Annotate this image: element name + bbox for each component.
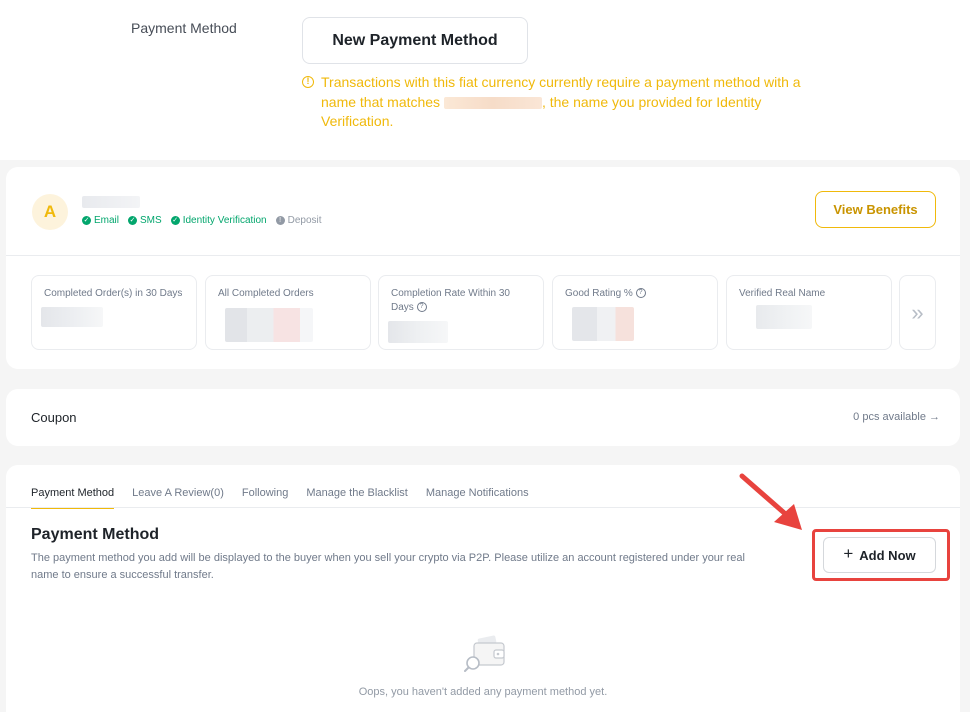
badge-deposit: ! Deposit [275, 215, 322, 226]
payment-methods-card: Payment Method Leave A Review(0) Followi… [6, 465, 960, 712]
coupon-available-link[interactable]: 0 pcs available → [853, 411, 940, 423]
new-payment-method-button[interactable]: New Payment Method [302, 17, 528, 64]
redacted-value [572, 307, 634, 341]
tab-bar: Payment Method Leave A Review(0) Followi… [31, 487, 529, 509]
stat-verified-real-name: Verified Real Name [726, 275, 892, 350]
plus-icon: + [843, 544, 854, 563]
tab-leave-a-review[interactable]: Leave A Review(0) [132, 487, 224, 509]
divider [6, 507, 960, 508]
stat-label: Completed Order(s) in 30 Days [44, 288, 183, 299]
verification-badges: ✓ Email ✓ SMS ✓ Identity Verification ! Depo… [82, 215, 322, 226]
view-benefits-button[interactable]: View Benefits [815, 191, 936, 228]
section-title: Payment Method [31, 526, 160, 543]
stat-good-rating: Good Rating % ? [552, 275, 718, 350]
badge-identity-verification: ✓ Identity Verification [170, 215, 267, 226]
coupon-card[interactable]: Coupon 0 pcs available → [6, 389, 960, 446]
stat-completed-30-days: Completed Order(s) in 30 Days [31, 275, 197, 350]
empty-state-text: Oops, you haven't added any payment meth… [358, 686, 608, 698]
annotation-arrow-icon [739, 473, 802, 530]
tab-payment-method[interactable]: Payment Method [31, 487, 115, 509]
payment-method-label: Payment Method [131, 20, 237, 36]
tab-manage-notifications[interactable]: Manage Notifications [426, 487, 529, 509]
tab-following[interactable]: Following [242, 487, 288, 509]
badge-sms: ✓ SMS [128, 215, 162, 226]
profile-card: A ✓ Email ✓ SMS ✓ Identity Verification ! De… [6, 167, 960, 369]
add-now-button[interactable]: + Add Now [823, 537, 936, 573]
check-circle-icon: ✓ [128, 216, 138, 225]
divider [6, 255, 960, 256]
stat-label: Completion Rate Within 30 Days [391, 288, 510, 313]
avatar: A [32, 194, 68, 230]
help-icon[interactable]: ? [635, 288, 646, 299]
redacted-value [225, 308, 313, 342]
redacted-username [82, 196, 140, 208]
add-now-label: Add Now [859, 547, 916, 563]
tab-manage-blacklist[interactable]: Manage the Blacklist [306, 487, 408, 509]
stat-completion-rate: Completion Rate Within 30 Days ? [378, 275, 544, 350]
coupon-label: Coupon [31, 410, 77, 425]
section-description: The payment method you add will be displ… [31, 552, 745, 581]
payment-method-header-section: Payment Method New Payment Method ! Tran… [0, 0, 970, 160]
stat-label: Verified Real Name [739, 288, 826, 299]
stat-label: All Completed Orders [218, 288, 314, 299]
badge-email: ✓ Email [82, 215, 120, 226]
stat-label: Good Rating % [565, 288, 633, 299]
help-icon[interactable]: ? [416, 302, 427, 313]
check-circle-icon: ✓ [82, 216, 91, 225]
double-chevron-right-icon[interactable]: » [899, 275, 936, 350]
redacted-name [443, 96, 542, 109]
redacted-value [41, 307, 103, 327]
name-match-warning: ! Transactions with this fiat currency c… [302, 73, 812, 132]
stat-all-completed-orders: All Completed Orders [205, 275, 371, 350]
warning-icon: ! [302, 76, 314, 88]
info-circle-icon: ! [275, 216, 285, 225]
empty-wallet-icon [464, 635, 505, 672]
check-circle-icon: ✓ [170, 216, 180, 225]
redacted-value [756, 305, 812, 329]
redacted-value [388, 321, 448, 343]
